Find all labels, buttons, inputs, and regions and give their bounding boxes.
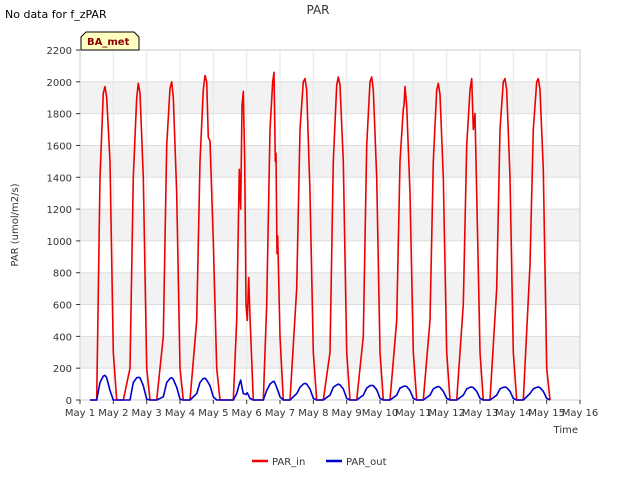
y-tick-label: 0	[66, 396, 72, 407]
x-tick-label: May 4	[165, 408, 195, 419]
y-tick-label: 200	[53, 364, 72, 375]
x-tick-label: May 10	[362, 408, 399, 419]
legend-label: PAR_in	[272, 457, 305, 468]
y-tick-label: 2200	[47, 46, 72, 57]
x-tick-label: May 7	[265, 408, 295, 419]
legend: PAR_in PAR_out	[252, 457, 387, 468]
plot-band	[80, 272, 580, 305]
x-tick-label: May 8	[298, 408, 328, 419]
y-tick-label: 800	[53, 269, 72, 280]
par-chart: PAR 0 200 400 600 800 1000 1200 1400 1600 1800 200…	[10, 3, 598, 468]
x-tick-label: May 16	[562, 408, 599, 419]
y-tick-label: 1200	[47, 205, 72, 216]
x-tick-label: May 3	[132, 408, 162, 419]
plot-band	[80, 209, 580, 241]
x-tick-label: May 1	[65, 408, 95, 419]
y-tick-label: 1000	[47, 237, 72, 248]
x-tick-label: May 5	[198, 408, 228, 419]
plot-band	[80, 177, 580, 210]
y-tick-label: 1800	[47, 110, 72, 121]
x-tick-label: May 2	[98, 408, 128, 419]
station-badge: BA_met	[80, 31, 140, 51]
chart-title: PAR	[306, 3, 329, 17]
y-axis: 0 200 400 600 800 1000 1200 1400 1600 1800 2000 220…	[47, 46, 80, 407]
x-tick-label: May 11	[395, 408, 432, 419]
plot-band	[80, 113, 580, 146]
x-tick-label: May 12	[428, 408, 465, 419]
y-tick-label: 1600	[47, 141, 72, 152]
x-tick-label: May 14	[495, 408, 532, 419]
x-axis: May 1 May 2 May 3 May 4 May 5 May 6 May 7 May 8…	[65, 400, 598, 419]
plot-band	[80, 240, 580, 273]
x-axis-label: Time	[553, 425, 578, 436]
plot-band	[80, 81, 580, 114]
y-tick-label: 1400	[47, 173, 72, 184]
x-tick-label: May 9	[332, 408, 362, 419]
y-axis-label: PAR (umol/m2/s)	[10, 183, 21, 266]
y-tick-label: 2000	[47, 78, 72, 89]
plot-band	[80, 145, 580, 178]
x-tick-label: May 6	[232, 408, 262, 419]
x-tick-label: May 13	[462, 408, 499, 419]
station-badge-label: BA_met	[87, 37, 130, 48]
y-tick-label: 600	[53, 301, 72, 312]
plot-band	[80, 50, 580, 82]
y-tick-label: 400	[53, 332, 72, 343]
x-tick-label: May 15	[528, 408, 565, 419]
legend-label: PAR_out	[346, 457, 387, 468]
